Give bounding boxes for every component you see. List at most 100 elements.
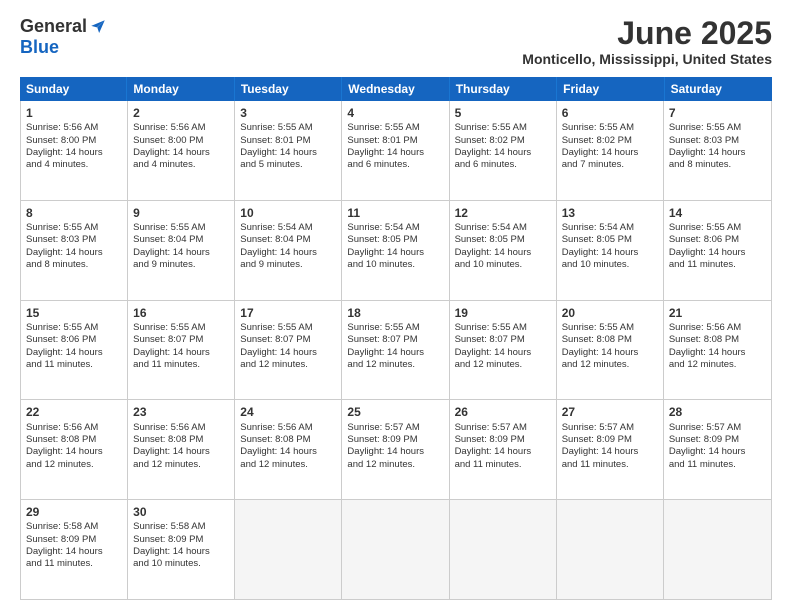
day-info: Sunrise: 5:58 AM Sunset: 8:09 PM Dayligh… (26, 521, 122, 570)
day-number: 9 (133, 205, 229, 221)
day-cell-9: 9Sunrise: 5:55 AM Sunset: 8:04 PM Daylig… (128, 201, 235, 300)
day-cell-12: 12Sunrise: 5:54 AM Sunset: 8:05 PM Dayli… (450, 201, 557, 300)
day-number: 27 (562, 404, 658, 420)
day-number: 23 (133, 404, 229, 420)
empty-cell (664, 500, 771, 599)
header-day-friday: Friday (557, 77, 664, 101)
empty-cell (557, 500, 664, 599)
day-cell-22: 22 Sunrise: 5:56 AM Sunset: 8:08 PM Dayli… (21, 400, 128, 499)
day-info: Sunrise: 5:56 AM Sunset: 8:00 PM Dayligh… (26, 122, 122, 171)
day-info: Sunrise: 5:55 AM Sunset: 8:07 PM Dayligh… (133, 322, 229, 371)
day-info: Sunrise: 5:55 AM Sunset: 8:03 PM Dayligh… (26, 222, 122, 271)
day-cell-13: 13Sunrise: 5:54 AM Sunset: 8:05 PM Dayli… (557, 201, 664, 300)
day-info: Sunrise: 5:55 AM Sunset: 8:01 PM Dayligh… (240, 122, 336, 171)
location-title: Monticello, Mississippi, United States (522, 51, 772, 67)
calendar-header: SundayMondayTuesdayWednesdayThursdayFrid… (20, 77, 772, 101)
day-info: Sunrise: 5:55 AM Sunset: 8:08 PM Dayligh… (562, 322, 658, 371)
day-info: Sunrise: 5:54 AM Sunset: 8:05 PM Dayligh… (562, 222, 658, 271)
day-info: Sunrise: 5:56 AM Sunset: 8:08 PM Dayligh… (240, 422, 336, 471)
day-number: 5 (455, 105, 551, 121)
day-info: Sunrise: 5:55 AM Sunset: 8:07 PM Dayligh… (455, 322, 551, 371)
day-info: Sunrise: 5:55 AM Sunset: 8:07 PM Dayligh… (347, 322, 443, 371)
week-row-3: 15Sunrise: 5:55 AM Sunset: 8:06 PM Dayli… (21, 301, 771, 401)
calendar: SundayMondayTuesdayWednesdayThursdayFrid… (20, 77, 772, 600)
week-row-5: 29Sunrise: 5:58 AM Sunset: 8:09 PM Dayli… (21, 500, 771, 599)
day-number: 15 (26, 305, 122, 321)
day-cell-2: 2Sunrise: 5:56 AM Sunset: 8:00 PM Daylig… (128, 101, 235, 200)
calendar-body: 1Sunrise: 5:56 AM Sunset: 8:00 PM Daylig… (20, 101, 772, 600)
week-row-2: 8Sunrise: 5:55 AM Sunset: 8:03 PM Daylig… (21, 201, 771, 301)
day-cell-26: 26Sunrise: 5:57 AM Sunset: 8:09 PM Dayli… (450, 400, 557, 499)
day-info: Sunrise: 5:57 AM Sunset: 8:09 PM Dayligh… (347, 422, 443, 471)
day-info: Sunrise: 5:55 AM Sunset: 8:01 PM Dayligh… (347, 122, 443, 171)
day-cell-10: 10Sunrise: 5:54 AM Sunset: 8:04 PM Dayli… (235, 201, 342, 300)
day-number: 12 (455, 205, 551, 221)
day-number: 10 (240, 205, 336, 221)
logo-blue-text: Blue (20, 37, 59, 57)
day-cell-16: 16Sunrise: 5:55 AM Sunset: 8:07 PM Dayli… (128, 301, 235, 400)
day-cell-5: 5Sunrise: 5:55 AM Sunset: 8:02 PM Daylig… (450, 101, 557, 200)
day-cell-17: 17Sunrise: 5:55 AM Sunset: 8:07 PM Dayli… (235, 301, 342, 400)
day-cell-8: 8Sunrise: 5:55 AM Sunset: 8:03 PM Daylig… (21, 201, 128, 300)
day-cell-14: 14Sunrise: 5:55 AM Sunset: 8:06 PM Dayli… (664, 201, 771, 300)
day-number: 4 (347, 105, 443, 121)
day-info: Sunrise: 5:54 AM Sunset: 8:04 PM Dayligh… (240, 222, 336, 271)
empty-cell (342, 500, 449, 599)
day-number: 20 (562, 305, 658, 321)
day-info: Sunrise: 5:54 AM Sunset: 8:05 PM Dayligh… (347, 222, 443, 271)
day-number: 6 (562, 105, 658, 121)
day-cell-15: 15Sunrise: 5:55 AM Sunset: 8:06 PM Dayli… (21, 301, 128, 400)
page: General Blue June 2025 Monticello, Missi… (0, 0, 792, 612)
day-info: Sunrise: 5:55 AM Sunset: 8:06 PM Dayligh… (669, 222, 766, 271)
day-info: Sunrise: 5:55 AM Sunset: 8:07 PM Dayligh… (240, 322, 336, 371)
title-block: June 2025 Monticello, Mississippi, Unite… (522, 16, 772, 67)
logo: General Blue (20, 16, 107, 58)
empty-cell (450, 500, 557, 599)
day-info: Sunrise: 5:56 AM Sunset: 8:08 PM Dayligh… (133, 422, 229, 471)
day-info: Sunrise: 5:56 AM Sunset: 8:00 PM Dayligh… (133, 122, 229, 171)
day-number: 1 (26, 105, 122, 121)
day-info: Sunrise: 5:57 AM Sunset: 8:09 PM Dayligh… (562, 422, 658, 471)
day-cell-29: 29Sunrise: 5:58 AM Sunset: 8:09 PM Dayli… (21, 500, 128, 599)
day-number: 28 (669, 404, 766, 420)
day-cell-21: 21Sunrise: 5:56 AM Sunset: 8:08 PM Dayli… (664, 301, 771, 400)
day-info: Sunrise: 5:56 AM Sunset: 8:08 PM Dayligh… (26, 422, 122, 471)
day-number: 25 (347, 404, 443, 420)
day-number: 22 (26, 404, 122, 420)
logo-general-text: General (20, 16, 87, 37)
day-number: 21 (669, 305, 766, 321)
day-number: 24 (240, 404, 336, 420)
day-cell-4: 4Sunrise: 5:55 AM Sunset: 8:01 PM Daylig… (342, 101, 449, 200)
day-cell-6: 6Sunrise: 5:55 AM Sunset: 8:02 PM Daylig… (557, 101, 664, 200)
day-info: Sunrise: 5:55 AM Sunset: 8:04 PM Dayligh… (133, 222, 229, 271)
week-row-4: 22 Sunrise: 5:56 AM Sunset: 8:08 PM Dayli… (21, 400, 771, 500)
day-number: 3 (240, 105, 336, 121)
day-cell-1: 1Sunrise: 5:56 AM Sunset: 8:00 PM Daylig… (21, 101, 128, 200)
day-number: 14 (669, 205, 766, 221)
day-number: 30 (133, 504, 229, 520)
day-number: 19 (455, 305, 551, 321)
day-info: Sunrise: 5:58 AM Sunset: 8:09 PM Dayligh… (133, 521, 229, 570)
day-number: 8 (26, 205, 122, 221)
day-number: 17 (240, 305, 336, 321)
header-day-thursday: Thursday (450, 77, 557, 101)
day-cell-3: 3Sunrise: 5:55 AM Sunset: 8:01 PM Daylig… (235, 101, 342, 200)
week-row-1: 1Sunrise: 5:56 AM Sunset: 8:00 PM Daylig… (21, 101, 771, 201)
day-cell-7: 7Sunrise: 5:55 AM Sunset: 8:03 PM Daylig… (664, 101, 771, 200)
day-cell-20: 20Sunrise: 5:55 AM Sunset: 8:08 PM Dayli… (557, 301, 664, 400)
day-cell-24: 24 Sunrise: 5:56 AM Sunset: 8:08 PM Dayli… (235, 400, 342, 499)
header-day-wednesday: Wednesday (342, 77, 449, 101)
day-info: Sunrise: 5:57 AM Sunset: 8:09 PM Dayligh… (669, 422, 766, 471)
day-cell-11: 11Sunrise: 5:54 AM Sunset: 8:05 PM Dayli… (342, 201, 449, 300)
logo-bird-icon (89, 18, 107, 36)
day-info: Sunrise: 5:55 AM Sunset: 8:03 PM Dayligh… (669, 122, 766, 171)
day-cell-18: 18Sunrise: 5:55 AM Sunset: 8:07 PM Dayli… (342, 301, 449, 400)
empty-cell (235, 500, 342, 599)
header-day-monday: Monday (127, 77, 234, 101)
day-info: Sunrise: 5:55 AM Sunset: 8:06 PM Dayligh… (26, 322, 122, 371)
day-number: 16 (133, 305, 229, 321)
day-cell-19: 19Sunrise: 5:55 AM Sunset: 8:07 PM Dayli… (450, 301, 557, 400)
day-cell-27: 27 Sunrise: 5:57 AM Sunset: 8:09 PM Dayli… (557, 400, 664, 499)
day-number: 11 (347, 205, 443, 221)
day-number: 13 (562, 205, 658, 221)
